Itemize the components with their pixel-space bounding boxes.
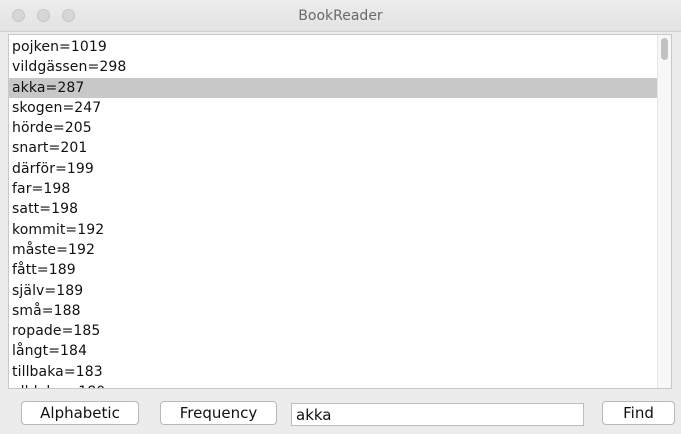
- scrollbar-thumb[interactable]: [661, 38, 668, 60]
- find-button[interactable]: Find: [602, 401, 675, 425]
- vertical-scrollbar[interactable]: [657, 35, 671, 388]
- list-item[interactable]: vildgässen=298: [9, 57, 671, 77]
- list-item[interactable]: skogen=247: [9, 98, 671, 118]
- list-item[interactable]: fått=189: [9, 260, 671, 280]
- list-item[interactable]: därför=199: [9, 159, 671, 179]
- list-item-selected[interactable]: akka=287: [9, 77, 671, 98]
- list-item[interactable]: själv=189: [9, 281, 671, 301]
- list-item[interactable]: kommit=192: [9, 220, 671, 240]
- list-item[interactable]: far=198: [9, 179, 671, 199]
- list-item[interactable]: tillbaka=183: [9, 362, 671, 382]
- word-frequency-list[interactable]: pojken=1019 vildgässen=298 akka=287 skogen=…: [8, 34, 672, 389]
- bookreader-window: BookReader pojken=1019 vildgässen=298 akka…: [0, 0, 681, 434]
- list-item[interactable]: små=188: [9, 301, 671, 321]
- list-item[interactable]: måste=192: [9, 240, 671, 260]
- list-item[interactable]: långt=184: [9, 341, 671, 361]
- title-bar[interactable]: BookReader: [0, 0, 681, 32]
- list-item[interactable]: alldeles=180: [9, 382, 671, 388]
- list-item[interactable]: snart=201: [9, 138, 671, 158]
- frequency-sort-button[interactable]: Frequency: [160, 401, 277, 425]
- alphabetic-sort-button[interactable]: Alphabetic: [21, 401, 139, 425]
- list-item[interactable]: ropade=185: [9, 321, 671, 341]
- list-item[interactable]: satt=198: [9, 199, 671, 219]
- window-title: BookReader: [298, 8, 383, 24]
- word-list[interactable]: pojken=1019 vildgässen=298 akka=287 skogen=…: [9, 37, 671, 388]
- list-item[interactable]: pojken=1019: [9, 37, 671, 57]
- search-input[interactable]: [291, 403, 584, 426]
- list-item[interactable]: hörde=205: [9, 118, 671, 138]
- bottom-toolbar: Alphabetic Frequency Find: [0, 389, 681, 434]
